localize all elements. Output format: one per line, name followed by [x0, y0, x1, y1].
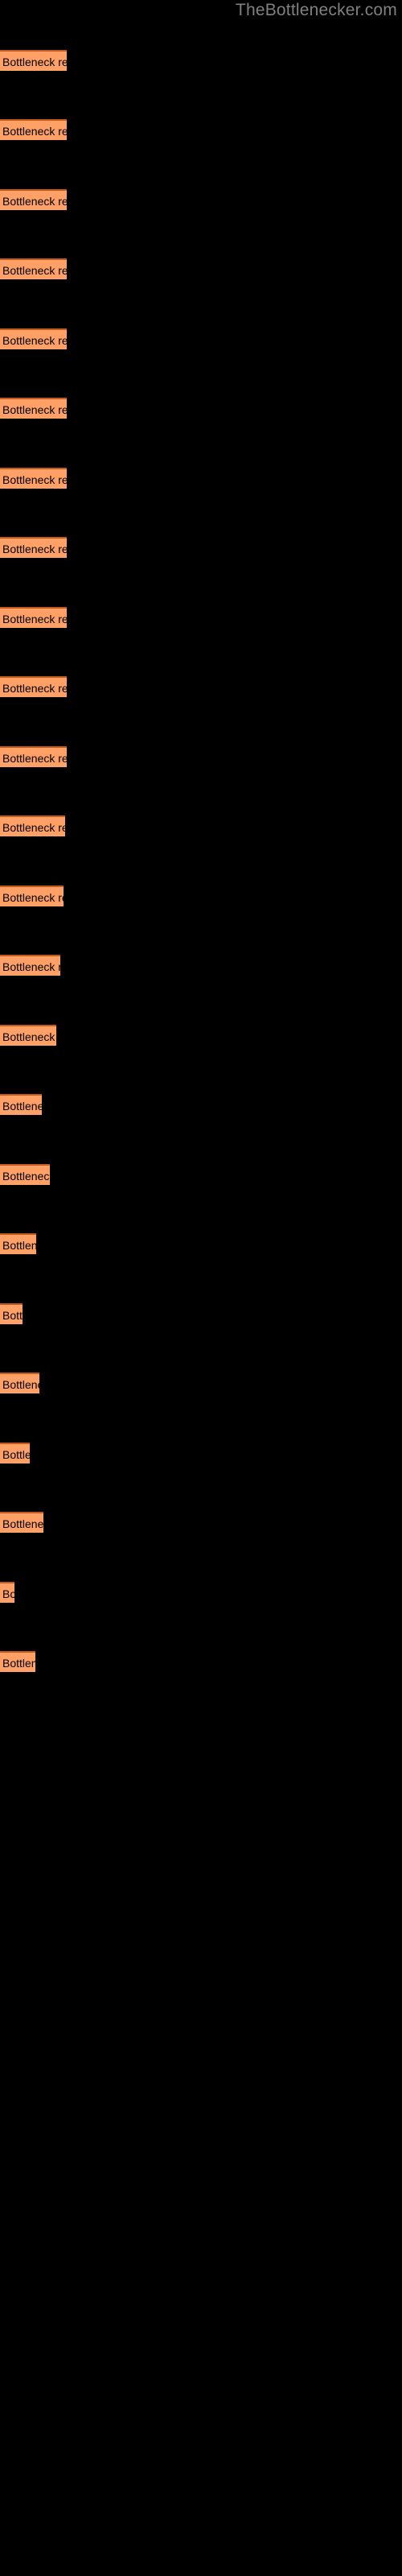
bar-label: Bottleneck result [2, 334, 67, 347]
bar-label: Bottleneck result [2, 473, 67, 486]
bar[interactable]: Bottleneck result [0, 886, 64, 906]
bar[interactable]: Bottleneck result [0, 1373, 39, 1393]
bar-label: Bottleneck result [2, 403, 67, 416]
bar-label: Bottleneck result [2, 752, 67, 765]
bar[interactable]: Bottleneck result [0, 815, 65, 836]
bar-label: Bottleneck result [2, 682, 67, 695]
bar[interactable]: Bottleneck result [0, 607, 67, 628]
bar[interactable]: Bottleneck result [0, 746, 67, 767]
bar[interactable]: Bottleneck result [0, 955, 60, 976]
bar[interactable]: Bottleneck result [0, 1651, 35, 1672]
bar[interactable]: Bottleneck result [0, 676, 67, 697]
bar-label: Bottleneck result [2, 1587, 14, 1600]
bar[interactable]: Bottleneck result [0, 1443, 30, 1463]
bar[interactable]: Bottleneck result [0, 189, 67, 210]
bar-label: Bottleneck result [2, 1030, 56, 1043]
bar[interactable]: Bottleneck result [0, 50, 67, 71]
bar-label: Bottleneck result [2, 543, 67, 555]
bar[interactable]: Bottleneck result [0, 1303, 23, 1324]
bar[interactable]: Bottleneck result [0, 1233, 36, 1254]
bar-label: Bottleneck result [2, 1170, 50, 1183]
bar-label: Bottleneck result [2, 125, 67, 138]
bar-label: Bottleneck result [2, 1239, 36, 1252]
bar[interactable]: Bottleneck result [0, 328, 67, 349]
bar-label: Bottleneck result [2, 891, 64, 904]
bar-label: Bottleneck result [2, 821, 65, 834]
bar[interactable]: Bottleneck result [0, 537, 67, 558]
bar-label: Bottleneck result [2, 1309, 23, 1322]
bar-label: Bottleneck result [2, 1517, 43, 1530]
bar-label: Bottleneck result [2, 1448, 30, 1461]
bar[interactable]: Bottleneck result [0, 119, 67, 140]
bar-label: Bottleneck result [2, 960, 60, 973]
bar[interactable]: Bottleneck result [0, 1582, 14, 1603]
bar-label: Bottleneck result [2, 195, 67, 208]
bar-label: Bottleneck result [2, 1657, 35, 1670]
bar[interactable]: Bottleneck result [0, 1164, 50, 1185]
bar[interactable]: Bottleneck result [0, 398, 67, 419]
bar[interactable]: Bottleneck result [0, 1512, 43, 1533]
bar-label: Bottleneck result [2, 56, 67, 68]
bar[interactable]: Bottleneck result [0, 468, 67, 489]
bottleneck-bar-chart: Bottleneck result Bottleneck result Bottle… [0, 0, 402, 2576]
bar[interactable]: Bottleneck result [0, 1094, 42, 1115]
bar[interactable]: Bottleneck result [0, 1025, 56, 1046]
bar-label: Bottleneck result [2, 1100, 42, 1113]
bar-label: Bottleneck result [2, 1378, 39, 1391]
bar-label: Bottleneck result [2, 264, 67, 277]
bar-label: Bottleneck result [2, 613, 67, 625]
bar[interactable]: Bottleneck result [0, 258, 67, 279]
